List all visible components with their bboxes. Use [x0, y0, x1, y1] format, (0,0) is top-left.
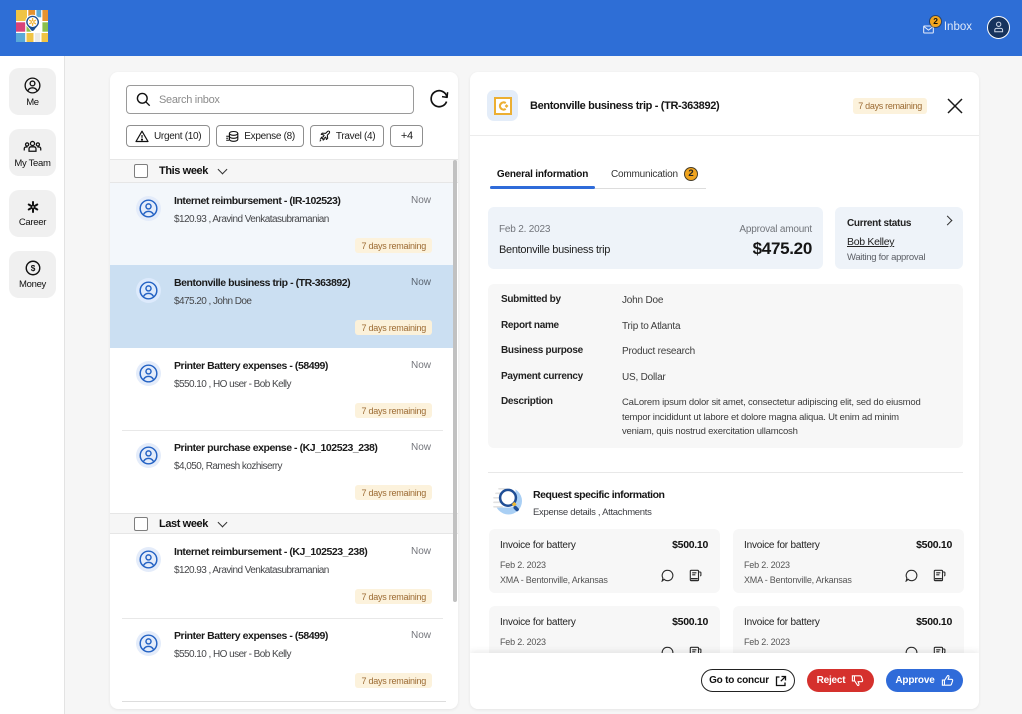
- svg-text:$: $: [30, 264, 35, 273]
